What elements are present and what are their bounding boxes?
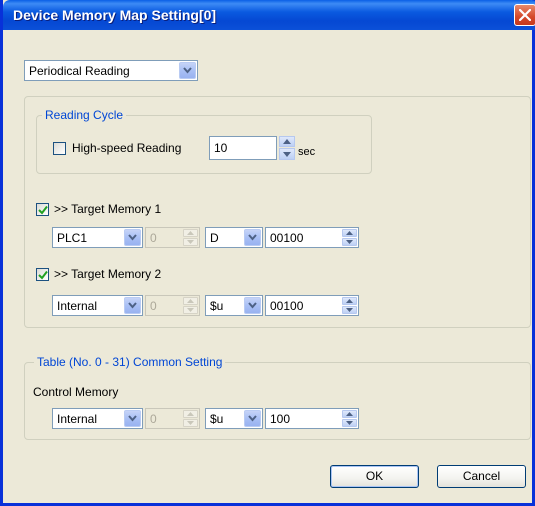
chevron-down-icon	[128, 415, 137, 422]
chevron-down-icon	[248, 415, 257, 422]
target-1-device-dropdown[interactable]: PLC1	[52, 227, 143, 248]
arrow-up-icon	[346, 412, 353, 416]
close-button[interactable]	[514, 4, 535, 26]
target-2-address-spinner[interactable]: 00100	[265, 295, 359, 316]
mode-dropdown[interactable]: Periodical Reading	[24, 60, 198, 81]
cycle-interval-value: 10	[214, 141, 228, 155]
arrow-up-icon	[346, 299, 353, 303]
chevron-down-icon	[183, 67, 192, 74]
arrow-up-icon	[187, 231, 194, 235]
dialog-window: Device Memory Map Setting[0] Periodical …	[0, 0, 535, 506]
target-1-address-spinner[interactable]: 00100	[265, 227, 359, 248]
spin-up-button[interactable]	[279, 136, 295, 147]
title-bar[interactable]: Device Memory Map Setting[0]	[3, 0, 535, 30]
spin-down-button[interactable]	[342, 419, 357, 427]
spin-down-button[interactable]	[279, 148, 295, 160]
target-2-station-spinner: 0	[145, 295, 200, 316]
arrow-up-icon	[283, 139, 291, 144]
target-memory-2-checkbox[interactable]	[36, 268, 49, 281]
checkmark-icon	[38, 270, 48, 280]
checkmark-icon	[38, 205, 48, 215]
cycle-interval-spinner[interactable]: 10	[209, 136, 277, 160]
target-memory-2-label[interactable]: >> Target Memory 2	[54, 267, 161, 281]
target-1-address-value: 00100	[270, 231, 304, 245]
control-type-value: $u	[210, 412, 224, 426]
control-address-value: 100	[270, 412, 291, 426]
chevron-down-icon	[128, 302, 137, 309]
control-device-arrow[interactable]	[124, 410, 141, 427]
target-2-device-dropdown[interactable]: Internal	[52, 295, 143, 316]
control-type-arrow[interactable]	[244, 410, 261, 427]
target-2-type-value: $u	[210, 299, 224, 313]
arrow-up-icon	[187, 412, 194, 416]
target-1-type-value: D	[210, 231, 219, 245]
arrow-down-icon	[346, 308, 353, 312]
cycle-unit-label: sec	[298, 146, 316, 158]
target-2-type-dropdown[interactable]: $u	[205, 295, 263, 316]
control-memory-label: Control Memory	[33, 385, 119, 399]
target-1-station-spinner: 0	[145, 227, 200, 248]
target-1-device-arrow[interactable]	[124, 229, 141, 246]
chevron-down-icon	[248, 234, 257, 241]
arrow-down-icon	[187, 421, 194, 425]
arrow-down-icon	[187, 308, 194, 312]
mode-dropdown-value: Periodical Reading	[29, 64, 130, 78]
spin-down-button[interactable]	[342, 306, 357, 314]
reading-cycle-legend: Reading Cycle	[42, 108, 127, 122]
arrow-down-icon	[283, 152, 291, 157]
target-2-device-arrow[interactable]	[124, 297, 141, 314]
window-title: Device Memory Map Setting[0]	[13, 7, 217, 23]
cycle-interval-stepper[interactable]	[279, 136, 295, 160]
spin-up-button[interactable]	[342, 297, 357, 305]
arrow-down-icon	[187, 240, 194, 244]
arrow-down-icon	[346, 240, 353, 244]
control-device-value: Internal	[57, 412, 98, 426]
arrow-down-icon	[346, 421, 353, 425]
spin-down-button[interactable]	[342, 238, 357, 246]
target-1-device-value: PLC1	[57, 231, 88, 245]
control-station-spinner: 0	[145, 408, 200, 429]
mode-dropdown-arrow[interactable]	[179, 62, 196, 79]
cancel-button[interactable]: Cancel	[437, 465, 526, 488]
arrow-up-icon	[346, 231, 353, 235]
target-2-station-value: 0	[150, 299, 157, 313]
close-icon	[519, 9, 531, 21]
target-memory-1-label[interactable]: >> Target Memory 1	[54, 202, 161, 216]
target-1-type-dropdown[interactable]: D	[205, 227, 263, 248]
common-setting-legend: Table (No. 0 - 31) Common Setting	[34, 355, 226, 369]
control-device-dropdown[interactable]: Internal	[52, 408, 143, 429]
spin-up-button[interactable]	[342, 229, 357, 237]
chevron-down-icon	[128, 234, 137, 241]
control-address-spinner[interactable]: 100	[265, 408, 359, 429]
spin-up-button[interactable]	[342, 410, 357, 418]
target-2-type-arrow[interactable]	[244, 297, 261, 314]
target-1-station-value: 0	[150, 231, 157, 245]
ok-button[interactable]: OK	[330, 465, 419, 488]
target-1-type-arrow[interactable]	[244, 229, 261, 246]
target-2-address-value: 00100	[270, 299, 304, 313]
high-speed-checkbox[interactable]	[53, 142, 66, 155]
control-type-dropdown[interactable]: $u	[205, 408, 263, 429]
target-2-device-value: Internal	[57, 299, 98, 313]
control-station-value: 0	[150, 412, 157, 426]
chevron-down-icon	[248, 302, 257, 309]
arrow-up-icon	[187, 299, 194, 303]
target-memory-1-checkbox[interactable]	[36, 203, 49, 216]
high-speed-label[interactable]: High-speed Reading	[72, 141, 181, 155]
